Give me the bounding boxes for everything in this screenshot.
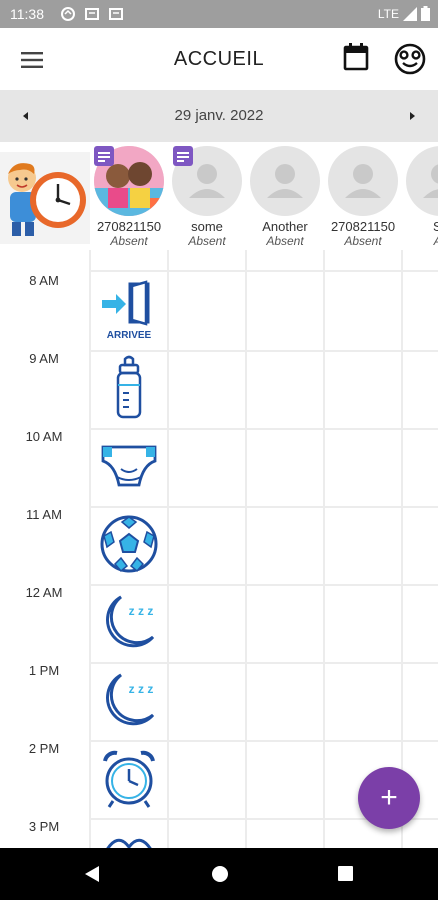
- child-card[interactable]: 270821150 Absent: [324, 146, 402, 248]
- hour-label: 9 AM: [29, 351, 59, 366]
- default-avatar-icon: [328, 146, 398, 216]
- signal-icon: [403, 6, 417, 21]
- hour-label: 10 AM: [25, 429, 63, 444]
- calendar-button[interactable]: [342, 42, 374, 76]
- status-time: 11:38: [10, 6, 44, 22]
- bottle-activity[interactable]: [96, 352, 162, 424]
- arrival-door-icon: ARRIVEE: [102, 280, 152, 341]
- grid-line: [323, 250, 325, 848]
- arrival-label: ARRIVEE: [107, 330, 152, 341]
- child-status: Ab: [402, 234, 438, 248]
- child-status: Absent: [266, 234, 304, 248]
- home-button[interactable]: [210, 864, 230, 889]
- schedule-grid: 8 AM 9 AM 10 AM 11 AM 12 AM 1 PM 2 PM 3 …: [0, 250, 438, 848]
- child-status: Absent: [344, 234, 382, 248]
- baby-bottle-icon: [116, 355, 142, 419]
- current-date[interactable]: 29 janv. 2022: [0, 107, 438, 124]
- hour-label: 11 AM: [26, 507, 62, 522]
- hour-label: 12 AM: [25, 585, 63, 600]
- smiley-face-icon: [394, 43, 426, 75]
- nap-activity[interactable]: z z z: [96, 586, 162, 658]
- profile-button[interactable]: [393, 42, 427, 76]
- child-status: Absent: [188, 234, 226, 248]
- arrow-right-icon: [410, 112, 415, 120]
- diaper-activity[interactable]: [96, 430, 162, 502]
- grid-line: [167, 250, 169, 848]
- hour-label: 8 AM: [29, 273, 59, 288]
- date-navigator: 29 janv. 2022: [0, 90, 438, 142]
- child-card[interactable]: Sa Ab: [402, 146, 438, 248]
- note-icon[interactable]: [173, 146, 193, 166]
- next-day-button[interactable]: [404, 108, 420, 124]
- schedule-mascot-icon: [0, 152, 90, 244]
- plus-icon: +: [380, 781, 398, 814]
- moon-sleep-icon: z z z: [106, 595, 155, 648]
- default-avatar-icon: [406, 146, 438, 216]
- sync-icon: [61, 7, 75, 21]
- soccer-ball-icon: [100, 515, 158, 573]
- grid-line: [89, 250, 91, 848]
- play-activity[interactable]: [96, 508, 162, 580]
- network-label: LTE: [377, 6, 399, 21]
- battery-icon: [421, 6, 430, 21]
- note-icon[interactable]: [94, 146, 114, 166]
- grid-line: [90, 270, 438, 272]
- wake-activity[interactable]: [96, 742, 162, 814]
- status-right: LTE: [378, 6, 430, 21]
- home-circle-icon: [212, 866, 228, 882]
- arrival-activity[interactable]: ARRIVEE: [96, 274, 162, 346]
- diaper-icon: [101, 445, 157, 487]
- grid-line: [401, 250, 403, 848]
- system-nav-bar: [0, 848, 438, 900]
- child-name: 270821150: [330, 219, 396, 234]
- child-name: Sa: [433, 219, 438, 234]
- recents-square-icon: [338, 866, 353, 881]
- activity-partial[interactable]: [96, 820, 162, 848]
- child-status: Absent: [110, 234, 148, 248]
- children-row: 270821150 Absent some Absent Another Abs…: [0, 142, 438, 250]
- notification-icons: [60, 6, 124, 22]
- message-icon: [85, 8, 99, 20]
- recents-button[interactable]: [337, 865, 354, 887]
- hour-label: 1 PM: [28, 663, 60, 678]
- sleep-label: z z z: [129, 604, 154, 618]
- hour-label: 2 PM: [28, 741, 60, 756]
- alarm-clock-icon: [103, 750, 155, 808]
- partial-icon: [106, 838, 152, 848]
- calendar-icon: [343, 43, 369, 71]
- default-avatar-icon: [250, 146, 320, 216]
- add-activity-button[interactable]: +: [358, 767, 420, 829]
- hour-label: 3 PM: [28, 819, 60, 834]
- nap-activity[interactable]: z z z: [96, 664, 162, 736]
- sleep-label: z z z: [129, 682, 154, 696]
- grid-line: [245, 250, 247, 848]
- child-card[interactable]: Another Absent: [246, 146, 324, 248]
- message-icon: [109, 8, 123, 20]
- child-name: 270821150: [96, 219, 162, 234]
- moon-sleep-icon: z z z: [106, 673, 155, 726]
- back-button[interactable]: [83, 864, 101, 889]
- child-name: Another: [262, 219, 308, 234]
- back-triangle-icon: [85, 866, 99, 882]
- app-bar: ACCUEIL: [0, 28, 438, 90]
- child-name: some: [191, 219, 223, 234]
- status-bar: 11:38 LTE: [0, 0, 438, 28]
